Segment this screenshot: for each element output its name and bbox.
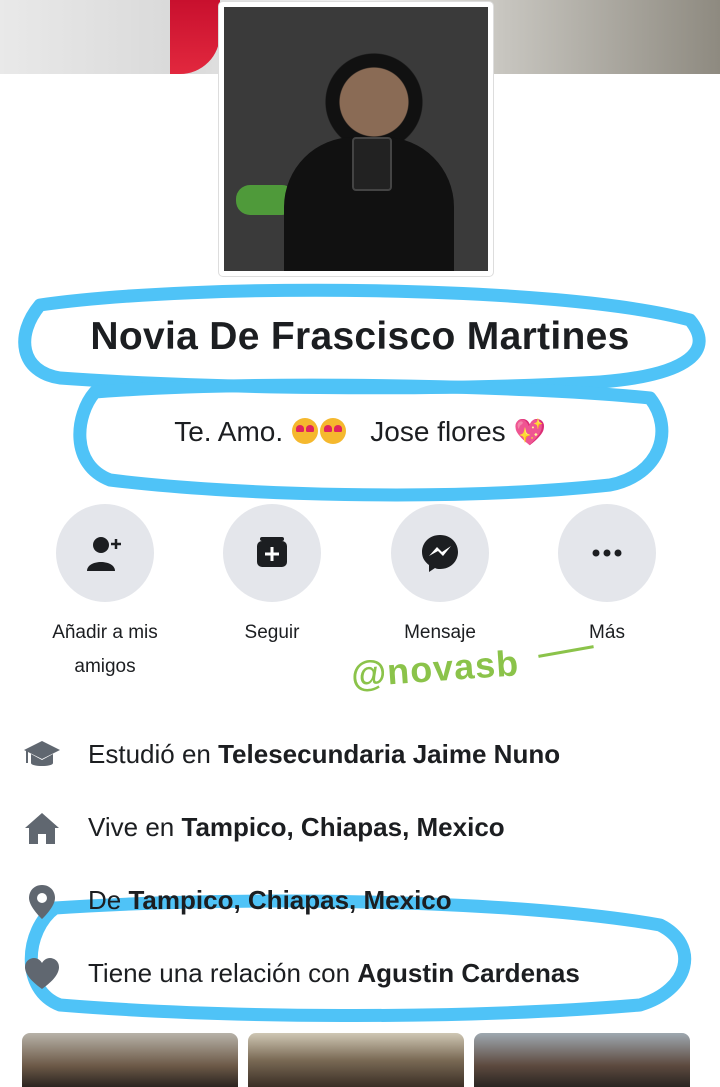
- info-relationship-prefix: Tiene una relación con: [88, 958, 351, 988]
- info-studied-value: Telesecundaria Jaime Nuno: [218, 739, 561, 769]
- info-lives-prefix: Vive en: [88, 812, 175, 842]
- more-icon: [592, 549, 622, 557]
- info-from-prefix: De: [88, 885, 122, 915]
- profile-bio: Te. Amo. Jose flores 💖: [0, 416, 720, 448]
- profile-picture[interactable]: [219, 2, 493, 276]
- home-icon: [25, 813, 59, 844]
- heart-eyes-emoji-icon: [319, 418, 346, 444]
- location-pin-icon: [29, 885, 55, 919]
- graduation-cap-icon: [24, 741, 60, 766]
- info-relationship[interactable]: Tiene una relación con Agustin Cardenas: [0, 954, 720, 994]
- profile-picture-image: [224, 7, 488, 271]
- add-friend-button[interactable]: Añadir a mis amigos: [20, 504, 190, 684]
- add-friend-label: Añadir a mis amigos: [52, 622, 158, 677]
- bio-prefix: Te. Amo.: [174, 416, 284, 447]
- heart-icon: [25, 958, 59, 989]
- info-studied-prefix: Estudió en: [88, 739, 211, 769]
- follow-label: Seguir: [244, 622, 300, 643]
- heart-eyes-emoji-icon: [291, 418, 318, 444]
- follow-button[interactable]: Seguir: [187, 504, 357, 650]
- photos-strip: [0, 1033, 720, 1087]
- info-lives[interactable]: Vive en Tampico, Chiapas, Mexico: [0, 808, 720, 848]
- info-from-value: Tampico, Chiapas, Mexico: [128, 885, 452, 915]
- info-relationship-value: Agustin Cardenas: [357, 958, 580, 988]
- photo-thumbnail[interactable]: [474, 1033, 690, 1087]
- info-studied[interactable]: Estudió en Telesecundaria Jaime Nuno: [0, 735, 720, 775]
- info-from[interactable]: De Tampico, Chiapas, Mexico: [0, 881, 720, 921]
- message-button[interactable]: Mensaje: [355, 504, 525, 650]
- more-label: Más: [589, 622, 625, 643]
- bio-suffix: Jose flores: [370, 416, 506, 447]
- follow-icon: [257, 537, 287, 567]
- messenger-icon: [422, 535, 458, 572]
- photo-thumbnail[interactable]: [22, 1033, 238, 1087]
- add-friend-icon: [87, 537, 121, 571]
- info-lives-value: Tampico, Chiapas, Mexico: [181, 812, 505, 842]
- sparkling-heart-icon: 💖: [513, 417, 546, 447]
- profile-name: Novia De Frascisco Martines: [90, 315, 630, 358]
- photo-thumbnail[interactable]: [248, 1033, 464, 1087]
- more-button[interactable]: Más: [522, 504, 692, 650]
